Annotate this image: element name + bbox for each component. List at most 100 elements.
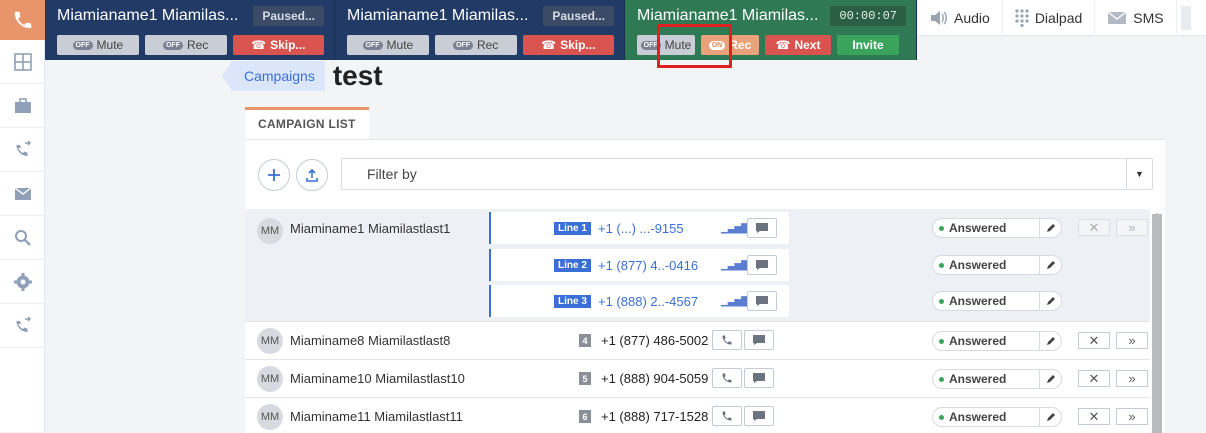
pencil-icon[interactable] [1039, 218, 1061, 238]
chevron-right-double-icon[interactable]: » [1116, 332, 1148, 349]
record-button[interactable]: OFF Rec [434, 35, 517, 55]
rec-state-pill: OFF [162, 40, 183, 50]
table-row: MM Miaminame11 Miamilastlast11 6 +1 (888… [245, 397, 1150, 433]
invite-button[interactable]: Invite [837, 35, 899, 55]
line-phone[interactable]: +1 (888) 2..-4567 [598, 294, 698, 309]
dashboard-icon[interactable] [0, 40, 45, 84]
add-button[interactable] [258, 159, 290, 191]
chat-icon[interactable] [747, 218, 777, 238]
breadcrumb-campaigns-link[interactable]: Campaigns [222, 61, 325, 91]
top-toolbar: Audio Dialpad SMS [918, 0, 1206, 36]
status-label: Answered [949, 221, 1007, 235]
close-icon[interactable]: ✕ [1078, 370, 1110, 387]
phone-number[interactable]: +1 (877) 486-5002 [601, 333, 708, 348]
sms-button[interactable]: SMS [1095, 0, 1177, 36]
chat-icon[interactable] [744, 368, 774, 388]
avatar: MM [257, 218, 283, 244]
chat-icon[interactable] [747, 291, 777, 311]
pencil-icon[interactable] [1039, 407, 1061, 427]
line-phone[interactable]: +1 (877) 4..-0416 [598, 258, 698, 273]
phone-icon[interactable] [712, 368, 742, 388]
line-row-1: Line 1 +1 (...) ...-9155 ▁▃▅▇ [489, 212, 789, 244]
status-badge[interactable]: Answered [932, 218, 1062, 238]
pencil-icon[interactable] [1039, 255, 1061, 275]
active-calls-bar: Miamianame1 Miamilas... Paused... OFF Mut… [45, 0, 917, 60]
call-transfer-icon[interactable] [0, 128, 45, 172]
phone-icon[interactable] [712, 330, 742, 350]
upload-icon [306, 168, 318, 182]
pencil-icon[interactable] [1039, 369, 1061, 389]
contact-name: Miaminame1 Miamilastlast1 [290, 221, 451, 236]
line-badge: Line 1 [554, 221, 591, 235]
close-icon[interactable]: ✕ [1078, 332, 1110, 349]
contact-name: Miaminame11 Miamilastlast11 [290, 409, 463, 424]
tab-campaign-list[interactable]: CAMPAIGN LIST [245, 107, 369, 139]
audio-button[interactable]: Audio [918, 0, 1003, 36]
mute-button[interactable]: OFF Mute [57, 35, 139, 55]
more-tab[interactable] [1177, 0, 1195, 36]
phone-icon[interactable] [712, 406, 742, 426]
row-index-badge: 5 [579, 372, 591, 385]
avatar: MM [257, 366, 283, 392]
avatar: MM [257, 328, 283, 354]
list-item: MM Miaminame1 Miamilastlast1 Line 1 +1 (… [245, 209, 1150, 321]
hangup-icon: ☎ [775, 38, 791, 52]
mute-state-pill: OFF [72, 40, 93, 50]
call-forward-icon[interactable] [0, 304, 45, 348]
chat-icon[interactable] [744, 406, 774, 426]
status-badge[interactable]: Answered [932, 291, 1062, 311]
briefcase-icon[interactable] [0, 84, 45, 128]
chat-icon[interactable] [747, 255, 777, 275]
chat-icon[interactable] [744, 330, 774, 350]
close-icon[interactable]: ✕ [1078, 219, 1110, 236]
line-badge: Line 2 [554, 258, 591, 272]
mute-button[interactable]: OFF Mute [347, 35, 429, 55]
contact-list: MM Miaminame1 Miamilastlast1 Line 1 +1 (… [245, 209, 1150, 433]
audio-label: Audio [954, 10, 990, 26]
phone-logo-icon[interactable] [0, 0, 45, 40]
scrollbar[interactable] [1152, 214, 1162, 433]
dialpad-label: Dialpad [1034, 10, 1083, 26]
call-slot-1: Miamianame1 Miamilas... Paused... OFF Mut… [45, 0, 335, 60]
skip-label: Skip... [560, 38, 596, 52]
dialpad-button[interactable]: Dialpad [1003, 0, 1096, 36]
table-row: MM Miaminame8 Miamilastlast8 4 +1 (877) … [245, 321, 1150, 359]
call-contact-name: Miamianame1 Miamilas... [57, 7, 239, 24]
skip-label: Skip... [270, 38, 306, 52]
pencil-icon[interactable] [1039, 291, 1061, 311]
phone-number[interactable]: +1 (888) 904-5059 [601, 371, 708, 386]
chevron-right-double-icon[interactable]: » [1116, 370, 1148, 387]
call-contact-name: Miamianame1 Miamilas... [347, 7, 529, 24]
close-icon[interactable]: ✕ [1078, 408, 1110, 425]
line-row-2: Line 2 +1 (877) 4..-0416 ▁▃▅▇ [489, 249, 789, 281]
contact-name: Miaminame8 Miamilastlast8 [290, 333, 451, 348]
avatar: MM [257, 404, 283, 430]
filter-dropdown[interactable]: Filter by ▼ [341, 158, 1153, 190]
call-slot-2: Miamianame1 Miamilas... Paused... OFF Mut… [335, 0, 625, 60]
row-index-badge: 6 [579, 410, 591, 423]
upload-button[interactable] [296, 159, 328, 191]
mail-icon[interactable] [0, 172, 45, 216]
pencil-icon[interactable] [1039, 331, 1061, 351]
status-badge[interactable]: Answered [932, 331, 1062, 351]
gear-icon[interactable] [0, 260, 45, 304]
chevron-right-double-icon[interactable]: » [1116, 408, 1148, 425]
status-badge[interactable]: Answered [932, 369, 1062, 389]
call-status-badge: Paused... [543, 6, 614, 26]
call-timer: 00:00:07 [830, 6, 906, 26]
skip-button[interactable]: ☎ Skip... [522, 35, 614, 55]
hangup-icon: ☎ [541, 38, 557, 52]
mute-label: Mute [386, 38, 414, 52]
phone-number[interactable]: +1 (888) 717-1528 [601, 409, 708, 424]
skip-button[interactable]: ☎ Skip... [232, 35, 324, 55]
hangup-icon: ☎ [251, 38, 267, 52]
status-badge[interactable]: Answered [932, 407, 1062, 427]
record-button[interactable]: OFF Rec [144, 35, 227, 55]
search-icon[interactable] [0, 216, 45, 260]
status-badge[interactable]: Answered [932, 255, 1062, 275]
next-button[interactable]: ☎ Next [765, 35, 831, 55]
filter-placeholder: Filter by [367, 166, 417, 182]
line-phone[interactable]: +1 (...) ...-9155 [598, 221, 684, 236]
chevron-right-double-icon[interactable]: » [1116, 219, 1148, 236]
chevron-down-icon[interactable]: ▼ [1126, 159, 1152, 189]
